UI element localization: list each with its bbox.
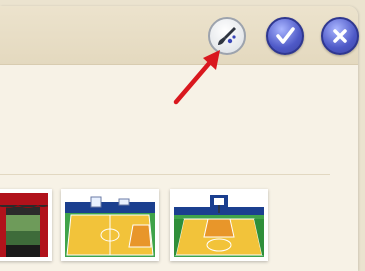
red-arrow-pointer [173, 50, 220, 105]
section-divider [0, 174, 330, 175]
checkmark-icon [276, 27, 295, 44]
basketball-court-hoop-image [174, 193, 264, 257]
close-button[interactable] [321, 17, 359, 55]
background-thumb-basketball-court-1[interactable] [61, 189, 159, 261]
background-thumb-basketball-court-2[interactable] [170, 189, 268, 261]
stage-scene-image [0, 193, 48, 257]
confirm-button[interactable] [266, 17, 304, 55]
background-thumb-stage[interactable] [0, 189, 52, 261]
basketball-court-image [65, 193, 155, 257]
close-icon [333, 29, 347, 43]
